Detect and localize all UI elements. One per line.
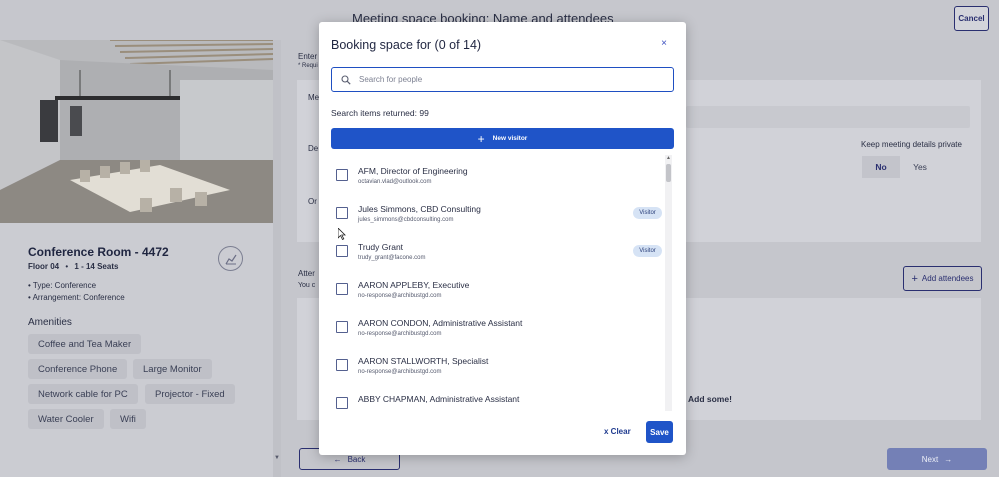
room-type: • Type: Conference [28,281,97,290]
person-name: AARON STALLWORTH, Specialist [358,356,489,366]
save-button[interactable]: Save [646,421,673,443]
visitor-badge: Visitor [633,245,662,257]
add-some-text: Add some! [688,394,732,404]
conference-room-illustration [0,40,273,223]
left-panel-scrollbar[interactable] [273,40,281,477]
clear-button[interactable]: x Clear [604,427,631,436]
list-item[interactable]: AARON CONDON, Administrative Assistant n… [319,312,669,350]
amenity-chip: Water Cooler [28,409,104,429]
plus-icon: + [477,131,485,146]
room-arrangement-text: Arrangement: Conference [32,293,125,302]
person-email: no-response@archibustgd.com [358,369,442,375]
person-checkbox[interactable] [336,321,348,333]
enter-label: Enter [298,52,318,61]
booking-dialog: Booking space for (0 of 14) × Search ite… [319,22,686,455]
floorplan-button[interactable] [218,246,243,271]
visitor-badge: Visitor [633,207,662,219]
field3-label: Or [308,197,317,206]
person-name: AARON CONDON, Administrative Assistant [358,318,523,328]
person-name: Trudy Grant [358,242,404,252]
amenity-chip: Large Monitor [133,359,212,379]
attendees-sub: You c [298,282,316,289]
next-button[interactable]: Next → [887,448,987,470]
amenity-chip: Coffee and Tea Maker [28,334,142,354]
meeting-name-input[interactable] [686,106,970,128]
list-scrollbar[interactable] [665,155,672,411]
room-floor-seats: Floor 04 • 1 - 14 Seats [28,262,118,271]
plus-icon: + [911,272,918,285]
attendees-label: Atter [298,269,315,278]
amenity-chip: Wifi [110,409,146,429]
room-seats: 1 - 14 Seats [74,262,119,271]
search-icon [341,74,351,85]
add-attendees-button[interactable]: + Add attendees [903,266,982,291]
person-email: jules_simmons@cbdconsulting.com [358,217,454,223]
person-email: no-response@archibustgd.com [358,331,442,337]
room-floor: Floor 04 [28,262,60,271]
person-name: ABBY CHAPMAN, Administrative Assistant [358,394,520,404]
next-label: Next [921,454,939,464]
person-email: trudy_grant@facone.com [358,255,426,261]
room-photo [0,40,273,223]
required-note: * Requi [298,63,318,69]
arrow-left-icon: ← [333,454,342,464]
person-email: octavian.vlad@outlook.com [358,179,432,185]
mouse-cursor-icon [337,227,346,245]
search-box[interactable] [331,67,674,92]
list-scrollbar-thumb[interactable] [666,164,671,182]
field2-label: De [308,144,319,153]
field1-label: Me [308,93,320,102]
person-checkbox[interactable] [336,245,348,257]
chart-icon [224,254,236,264]
person-checkbox[interactable] [336,397,348,409]
amenity-chip: Network cable for PC [28,384,138,404]
amenities-title: Amenities [28,317,72,328]
room-attributes: • Type: Conference • Arrangement: Confer… [28,280,125,304]
close-icon[interactable]: × [657,36,671,50]
room-details-panel: Conference Room - 4472 Floor 04 • 1 - 14… [0,40,273,477]
person-checkbox[interactable] [336,283,348,295]
room-arrangement: • Arrangement: Conference [28,293,125,302]
person-checkbox[interactable] [336,207,348,219]
add-attendees-label: Add attendees [921,274,974,283]
back-label: Back [347,454,366,464]
people-list[interactable]: AFM, Director of Engineering octavian.vl… [319,155,686,411]
person-name: Jules Simmons, CBD Consulting [358,204,481,214]
private-no-toggle[interactable]: No [862,156,900,178]
list-item[interactable]: AARON APPLEBY, Executive no-response@arc… [319,274,669,312]
amenity-chip: Projector - Fixed [145,384,235,404]
new-visitor-label: New visitor [492,135,528,142]
dialog-title: Booking space for (0 of 14) [331,38,482,52]
list-item[interactable]: Jules Simmons, CBD Consulting jules_simm… [319,198,669,236]
search-input[interactable] [359,75,659,84]
results-count: Search items returned: 99 [331,108,429,118]
amenity-chip: Conference Phone [28,359,128,379]
new-visitor-button[interactable]: + New visitor [331,128,674,149]
private-yes-toggle[interactable]: Yes [902,156,938,178]
scroll-up-icon[interactable]: ▲ [665,155,672,162]
room-name: Conference Room - 4472 [28,245,169,259]
caret-down-icon: ▼ [274,455,280,461]
person-name: AFM, Director of Engineering [358,166,468,176]
person-email: no-response@archibustgd.com [358,293,442,299]
separator-dot: • [65,262,69,271]
list-item[interactable]: ABBY CHAPMAN, Administrative Assistant [319,388,669,411]
list-item[interactable]: AARON STALLWORTH, Specialist no-response… [319,350,669,388]
person-checkbox[interactable] [336,359,348,371]
arrow-right-icon: → [944,454,953,464]
list-item[interactable]: AFM, Director of Engineering octavian.vl… [319,160,669,198]
list-item[interactable]: Trudy Grant trudy_grant@facone.com Visit… [319,236,669,274]
cancel-button[interactable]: Cancel [954,6,989,31]
keep-private-label: Keep meeting details private [861,140,962,149]
room-type-text: Type: Conference [32,281,97,290]
person-checkbox[interactable] [336,169,348,181]
person-name: AARON APPLEBY, Executive [358,280,470,290]
